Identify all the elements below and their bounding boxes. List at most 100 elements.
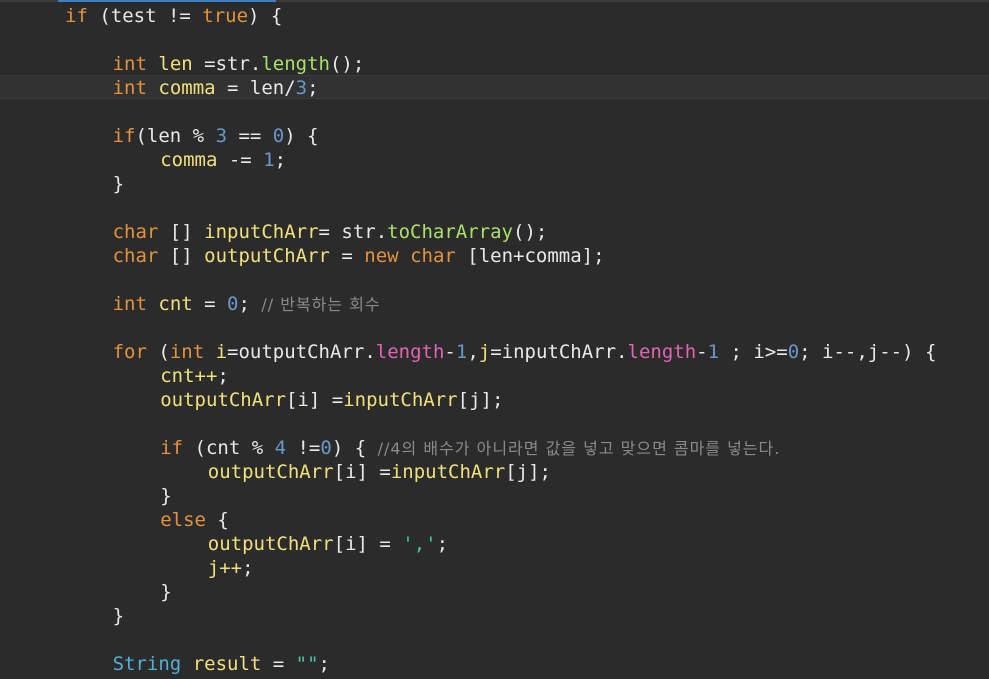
code-line[interactable]: } xyxy=(160,484,171,508)
code-token: = xyxy=(192,293,228,315)
code-line[interactable]: if(len % 3 == 0) { xyxy=(113,124,319,148)
code-line[interactable]: cnt++; xyxy=(160,364,229,388)
code-token: { xyxy=(205,509,229,531)
code-token: inputChArr xyxy=(343,389,458,411)
code-token: } xyxy=(112,605,125,627)
code-token: new xyxy=(364,245,399,267)
code-token: inputChArr xyxy=(390,461,506,483)
code-line[interactable]: outputChArr[i] = ','; xyxy=(208,532,448,556)
code-line[interactable]: char [] outputChArr = new char [len+comm… xyxy=(113,244,605,268)
code-token: 3 xyxy=(215,125,228,147)
code-token: 1 xyxy=(263,149,275,171)
code-editor[interactable]: if (test != true) {int len =str.length()… xyxy=(0,0,989,679)
code-token: 1 xyxy=(707,341,720,363)
code-token: - xyxy=(444,341,456,363)
code-comment: // 반복하는 회수 xyxy=(261,295,381,314)
code-token: != xyxy=(286,437,321,459)
code-token: j xyxy=(478,341,491,363)
code-line[interactable]: for (int i=outputChArr.length-1,j=inputC… xyxy=(113,340,937,364)
code-line[interactable]: } xyxy=(113,604,124,628)
code-token: char xyxy=(410,245,456,267)
code-line[interactable]: if (test != true) { xyxy=(65,4,282,28)
code-token: int xyxy=(112,293,147,315)
code-token: , xyxy=(467,341,479,363)
code-token: length xyxy=(261,53,330,75)
code-line[interactable]: comma -= 1; xyxy=(160,148,286,172)
code-token: length xyxy=(627,341,697,363)
code-token: String xyxy=(112,653,182,675)
code-token: [j]; xyxy=(505,461,551,483)
code-token: } xyxy=(160,581,172,603)
code-token: 0 xyxy=(272,125,285,147)
code-line[interactable]: int cnt = 0; // 반복하는 회수 xyxy=(113,292,381,316)
code-token: = str. xyxy=(318,221,388,243)
code-token: (); xyxy=(513,221,548,243)
code-token: char xyxy=(112,245,159,267)
code-line[interactable]: int len =str.length(); xyxy=(113,52,365,76)
code-token: = xyxy=(261,653,296,675)
code-line[interactable]: outputChArr[i] =inputChArr[j]; xyxy=(208,460,551,484)
code-token: inputChArr xyxy=(204,221,319,243)
code-token: comma xyxy=(160,149,218,171)
code-token: result xyxy=(192,653,262,675)
code-token: length xyxy=(375,341,445,363)
code-token: toCharArray xyxy=(387,221,513,243)
code-token: outputChArr xyxy=(204,245,330,267)
code-token: (test != xyxy=(87,5,203,27)
code-token: ; xyxy=(217,365,229,387)
code-token: } xyxy=(160,485,172,507)
code-token: else xyxy=(160,509,206,531)
code-token: (cnt % xyxy=(183,437,275,459)
code-token: ( xyxy=(146,341,170,363)
code-token: char xyxy=(112,221,159,243)
code-line[interactable]: char [] inputChArr= str.toCharArray(); xyxy=(113,220,548,244)
code-token: cnt++ xyxy=(160,365,218,387)
code-token: outputChArr xyxy=(160,389,287,411)
code-line[interactable]: String result = ""; xyxy=(113,652,330,676)
code-line[interactable]: if (cnt % 4 !=0) { //4의 배수가 아니라면 값을 넣고 맞… xyxy=(160,436,780,460)
code-token: [len+comma]; xyxy=(455,245,605,267)
code-token: =inputChArr. xyxy=(490,341,628,363)
code-token: "" xyxy=(295,653,319,675)
code-token: ; xyxy=(238,293,262,315)
code-token: outputChArr xyxy=(207,461,334,483)
code-token: if xyxy=(112,125,136,147)
code-token: len xyxy=(158,53,193,75)
code-line[interactable]: } xyxy=(160,580,171,604)
code-token: [] xyxy=(158,245,205,267)
code-token: [j]; xyxy=(457,389,504,411)
code-token: ',' xyxy=(402,533,437,555)
code-token: cnt xyxy=(158,293,193,315)
code-token: j++ xyxy=(207,557,243,579)
code-token: (); xyxy=(329,53,365,75)
code-line[interactable]: outputChArr[i] =inputChArr[j]; xyxy=(160,388,503,412)
code-token: int xyxy=(169,341,205,363)
code-token: = len/ xyxy=(215,77,296,99)
code-token: ; i--,j--) { xyxy=(799,341,937,363)
code-token: ; xyxy=(307,77,319,99)
code-token: if xyxy=(160,437,184,459)
code-token: ; xyxy=(436,533,449,555)
code-line[interactable]: int comma = len/3; xyxy=(113,76,319,100)
active-tab-indicator xyxy=(58,0,276,2)
code-token: 4 xyxy=(274,437,287,459)
code-token: ; i>= xyxy=(719,341,788,363)
code-token: 0 xyxy=(320,437,332,459)
code-token: =str. xyxy=(192,53,262,75)
code-token: = xyxy=(329,245,365,267)
code-token: if xyxy=(65,5,88,27)
code-token: - xyxy=(696,341,708,363)
code-line[interactable]: j++; xyxy=(208,556,254,580)
code-token: comma xyxy=(158,77,216,99)
code-token: outputChArr xyxy=(207,533,334,555)
code-line[interactable]: } xyxy=(113,172,124,196)
code-token: ; xyxy=(274,149,287,171)
code-token: } xyxy=(112,173,125,195)
code-line[interactable]: else { xyxy=(160,508,229,532)
